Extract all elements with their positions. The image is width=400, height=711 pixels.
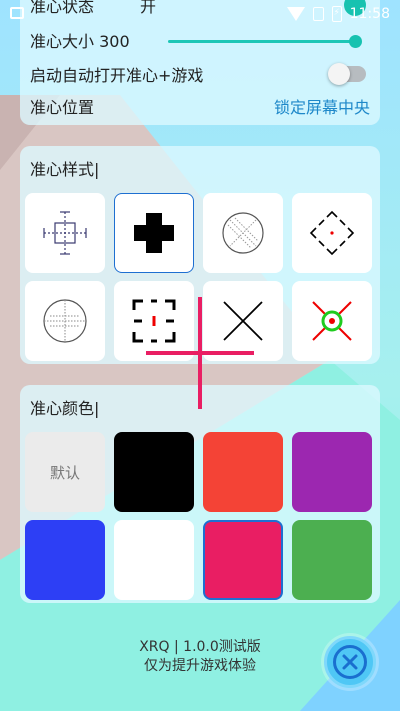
color-swatch-green[interactable]	[292, 520, 372, 600]
style-option-3[interactable]	[203, 193, 283, 273]
close-button[interactable]	[324, 636, 376, 688]
size-row: 准心大小 300	[30, 28, 370, 52]
style-option-7[interactable]	[203, 281, 283, 361]
bold-plus-icon	[134, 213, 174, 253]
style-option-8[interactable]	[292, 281, 372, 361]
color-section-title: 准心颜色|	[30, 399, 100, 418]
x-cross-icon	[223, 301, 263, 341]
corner-brackets-icon	[132, 299, 176, 343]
color-swatch-white[interactable]	[114, 520, 194, 600]
style-card: 准心样式|	[20, 146, 380, 364]
dotted-crosshair-icon	[43, 211, 87, 255]
lock-center-link[interactable]: 锁定屏幕中央	[274, 94, 370, 118]
scope-circle-icon	[43, 299, 87, 343]
wifi-icon	[286, 7, 305, 21]
green-ring-red-x-icon	[312, 301, 352, 341]
status-time: 11:58	[349, 6, 390, 22]
style-grid	[25, 193, 375, 361]
sim-icon	[312, 7, 324, 21]
status-bar: ⚡ 11:58	[0, 0, 400, 28]
size-label: 准心大小 300	[30, 32, 130, 51]
autostart-toggle[interactable]	[328, 63, 366, 85]
style-option-2[interactable]	[114, 193, 194, 273]
size-slider[interactable]	[168, 35, 362, 48]
style-option-5[interactable]	[25, 281, 105, 361]
color-swatch-pink[interactable]	[203, 520, 283, 600]
color-swatch-default[interactable]: 默认	[25, 432, 105, 512]
color-card: 准心颜色| 默认	[20, 385, 380, 603]
color-swatch-black[interactable]	[114, 432, 194, 512]
style-option-4[interactable]	[292, 193, 372, 273]
image-notification-icon	[10, 7, 24, 19]
color-swatch-blue[interactable]	[25, 520, 105, 600]
dotted-circle-icon	[222, 212, 264, 254]
position-label: 准心位置	[30, 98, 95, 117]
battery-charging-icon: ⚡	[331, 6, 342, 22]
style-option-1[interactable]	[25, 193, 105, 273]
color-swatch-red[interactable]	[203, 432, 283, 512]
color-swatch-purple[interactable]	[292, 432, 372, 512]
style-option-6[interactable]	[114, 281, 194, 361]
autostart-label: 启动自动打开准心+游戏	[30, 66, 204, 85]
position-row: 准心位置 锁定屏幕中央	[30, 94, 370, 118]
close-icon	[342, 654, 358, 670]
default-color-label: 默认	[49, 463, 80, 482]
diamond-brackets-icon	[309, 210, 355, 256]
autostart-row: 启动自动打开准心+游戏	[30, 62, 370, 86]
size-slider-thumb[interactable]	[349, 35, 362, 48]
color-grid: 默认	[25, 432, 375, 600]
style-section-title: 准心样式|	[30, 160, 100, 179]
